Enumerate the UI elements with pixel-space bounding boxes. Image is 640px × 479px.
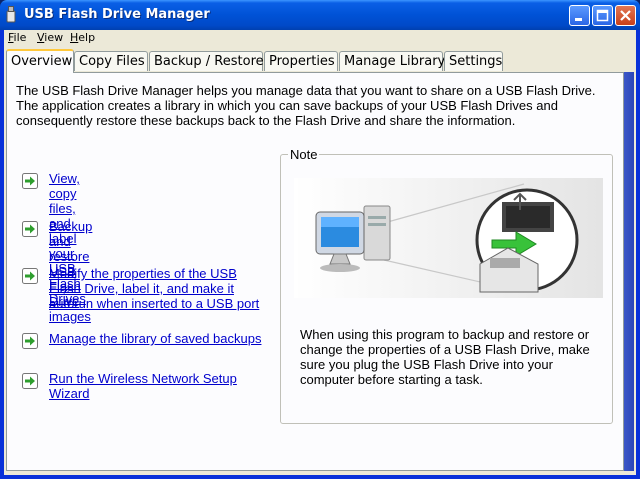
maximize-icon xyxy=(596,9,609,22)
menu-file[interactable]: File xyxy=(8,31,26,44)
green-arrow-icon xyxy=(22,373,38,389)
tab-overview[interactable]: Overview xyxy=(6,49,74,73)
tab-backup-restore[interactable]: Backup / Restore xyxy=(149,51,264,71)
usb-drive-icon xyxy=(6,6,16,23)
link-wireless-wizard[interactable]: Run the Wireless Network Setup Wizard xyxy=(49,371,237,401)
menu-view[interactable]: View xyxy=(37,31,63,44)
note-label: Note xyxy=(288,147,320,162)
minimize-icon xyxy=(575,18,582,21)
tab-manage-library[interactable]: Manage Library xyxy=(339,51,445,71)
tab-settings[interactable]: Settings xyxy=(444,51,503,71)
computer-usb-illustration xyxy=(294,178,603,298)
usb-plug-icon xyxy=(475,188,579,293)
close-button[interactable] xyxy=(615,5,636,26)
menu-help[interactable]: Help xyxy=(70,31,95,44)
tab-copy-files[interactable]: Copy Files xyxy=(74,51,148,71)
menu-bar: File View Help xyxy=(4,30,636,47)
green-arrow-icon xyxy=(22,268,38,284)
link-modify-properties[interactable]: Modify the properties of the USB Flash Dr… xyxy=(49,266,259,311)
link-manage-library[interactable]: Manage the library of saved backups xyxy=(49,331,261,346)
green-arrow-icon xyxy=(22,221,38,237)
minimize-button[interactable] xyxy=(569,5,590,26)
title-bar[interactable]: USB Flash Drive Manager xyxy=(0,0,640,30)
overview-intro-text: The USB Flash Drive Manager helps you ma… xyxy=(16,83,596,128)
app-window: USB Flash Drive Manager File View Help O… xyxy=(0,0,640,479)
close-icon xyxy=(620,10,631,21)
green-arrow-icon xyxy=(22,333,38,349)
tab-properties[interactable]: Properties xyxy=(264,51,338,71)
right-edge-bar xyxy=(624,72,634,471)
maximize-button[interactable] xyxy=(592,5,613,26)
green-arrow-icon xyxy=(22,173,38,189)
note-text: When using this program to backup and re… xyxy=(300,327,590,387)
window-title: USB Flash Drive Manager xyxy=(24,7,210,22)
